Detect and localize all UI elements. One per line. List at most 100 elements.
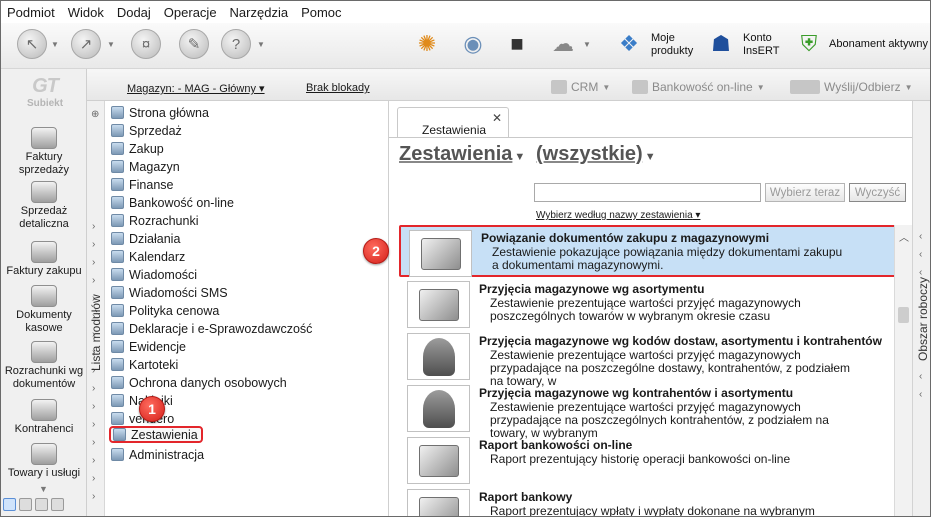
insert-account-icon[interactable]: ☗	[705, 28, 737, 60]
chevron-down-icon[interactable]: ▼	[257, 40, 265, 49]
menu-pomoc[interactable]: Pomoc	[301, 5, 341, 20]
menu-operacje[interactable]: Operacje	[164, 5, 217, 20]
module-strona-glowna[interactable]: Strona główna	[111, 104, 209, 121]
filter-dropdown[interactable]: (wszystkie) ▼	[536, 143, 656, 166]
chevron-right-icon[interactable]: ›	[92, 401, 95, 412]
nav-faktury-zakupu[interactable]: Faktury zakupu	[1, 241, 87, 278]
list-item[interactable]: Przyjęcia magazynowe wg kodów dostaw, as…	[399, 330, 897, 388]
module-ochrona-danych[interactable]: Ochrona danych osobowych	[111, 374, 287, 391]
chevron-right-icon[interactable]: ›	[92, 221, 95, 232]
coins-icon[interactable]: ¤	[131, 29, 161, 59]
printer-icon[interactable]	[35, 498, 48, 511]
magazyn-selector[interactable]: Magazyn: - MAG - Główny ▾	[127, 82, 265, 95]
chevron-down-icon[interactable]: ▼	[51, 40, 59, 49]
shield-check-icon[interactable]: ⛨	[793, 28, 825, 60]
sort-link[interactable]: Wybierz według nazwy zestawienia ▾	[536, 210, 700, 221]
module-finanse[interactable]: Finanse	[111, 176, 173, 193]
chevron-up-icon[interactable]: ︿	[899, 229, 909, 244]
list-item[interactable]: Raport bankowy Raport prezentujący wpłat…	[399, 486, 897, 516]
nav-sprzedaz-detaliczna[interactable]: Sprzedaż detaliczna	[1, 181, 87, 231]
menu-podmiot[interactable]: Podmiot	[7, 5, 55, 20]
chevron-right-icon[interactable]: ›	[92, 473, 95, 484]
globe-icon[interactable]: ◉	[457, 28, 489, 60]
menu-widok[interactable]: Widok	[68, 5, 104, 20]
chevron-right-icon[interactable]: ›	[92, 419, 95, 430]
cash-icon	[31, 285, 57, 307]
module-ewidencje[interactable]: Ewidencje	[111, 338, 186, 355]
abonament-label[interactable]: Abonament aktywny	[829, 38, 928, 51]
module-administracja[interactable]: Administracja	[111, 446, 204, 463]
search-input[interactable]	[534, 183, 761, 202]
module-kartoteki[interactable]: Kartoteki	[111, 356, 178, 373]
list-item[interactable]: Przyjęcia magazynowe wg asortymentu Zest…	[399, 278, 897, 330]
circle-icon[interactable]	[3, 498, 16, 511]
chevron-right-icon[interactable]: ›	[92, 383, 95, 394]
module-zakup[interactable]: Zakup	[111, 140, 164, 157]
moje-produkty-label[interactable]: Moje produkty	[651, 32, 693, 58]
nav-kontrahenci[interactable]: Kontrahenci	[1, 399, 87, 436]
cloud-icon[interactable]: ☁	[547, 28, 579, 60]
list-item[interactable]: Raport bankowości on-line Raport prezent…	[399, 434, 897, 486]
chevron-right-icon[interactable]: ›	[92, 257, 95, 268]
module-dzialania[interactable]: Działania	[111, 230, 180, 247]
report-list-scrollbar[interactable]: ︿	[894, 225, 912, 516]
choose-now-button[interactable]: Wybierz teraz	[765, 183, 845, 202]
list-item[interactable]: Powiązanie dokumentów zakupu z magazynow…	[399, 225, 897, 277]
menu-narzedzia[interactable]: Narzędzia	[230, 5, 289, 20]
coins-icon[interactable]	[19, 498, 32, 511]
spinner-icon[interactable]: ✺	[411, 28, 443, 60]
module-magazyn[interactable]: Magazyn	[111, 158, 180, 175]
chevron-down-icon[interactable]: ▼	[583, 40, 591, 49]
report-desc: Zestawienie pokazujące powiązania między…	[492, 245, 843, 272]
close-icon[interactable]: ✕	[492, 111, 502, 125]
module-label: Finanse	[129, 177, 174, 192]
chevron-right-icon[interactable]: ›	[92, 239, 95, 250]
chevron-right-icon[interactable]: ›	[92, 455, 95, 466]
chevron-left-icon[interactable]: ‹	[919, 231, 922, 242]
tools-icon[interactable]: ✎	[179, 29, 209, 59]
nav-dokumenty-kasowe[interactable]: Dokumenty kasowe	[1, 285, 87, 335]
send-receive-button[interactable]: Wyślij/Odbierz ▼	[790, 80, 913, 94]
module-label: Bankowość on-line	[129, 195, 234, 210]
module-polityka-cenowa[interactable]: Polityka cenowa	[111, 302, 219, 319]
module-rozrachunki[interactable]: Rozrachunki	[111, 212, 198, 229]
workspace-label[interactable]: Obszar roboczy	[916, 277, 930, 361]
module-wiadomosci[interactable]: Wiadomości	[111, 266, 197, 283]
nav-towary-uslugi[interactable]: Towary i usługi	[1, 443, 87, 480]
nav-rozrachunki[interactable]: Rozrachunki wg dokumentów	[1, 341, 87, 391]
blokady-link[interactable]: Brak blokady	[306, 82, 370, 94]
chevron-right-icon[interactable]: ›	[92, 491, 95, 502]
chevron-right-icon[interactable]: ›	[92, 437, 95, 448]
chevron-down-icon[interactable]: ▼	[39, 484, 48, 494]
scroll-thumb[interactable]	[898, 307, 909, 323]
module-deklaracje[interactable]: Deklaracje i e-Sprawozdawczość	[111, 320, 312, 337]
module-zestawienia[interactable]: Zestawienia	[109, 426, 203, 443]
module-kalendarz[interactable]: Kalendarz	[111, 248, 185, 265]
menu-dodaj[interactable]: Dodaj	[117, 5, 151, 20]
box-icon[interactable]	[51, 498, 64, 511]
chevron-down-icon[interactable]: ▼	[107, 40, 115, 49]
cube-icon[interactable]: ■	[501, 28, 533, 60]
help-icon[interactable]: ?	[221, 29, 251, 59]
bank-button[interactable]: Bankowość on-line ▼	[632, 80, 765, 94]
konto-insert-label[interactable]: Konto InsERT	[743, 32, 779, 58]
chevron-left-icon[interactable]: ‹	[919, 249, 922, 260]
modules-side-label[interactable]: Lista modułów	[89, 294, 103, 371]
chevron-left-icon[interactable]: ‹	[919, 371, 922, 382]
chevron-right-icon[interactable]: ›	[92, 275, 95, 286]
module-wiadomosci-sms[interactable]: Wiadomości SMS	[111, 284, 228, 301]
chevron-left-icon[interactable]: ‹	[919, 389, 922, 400]
crm-button[interactable]: CRM ▼	[551, 80, 610, 94]
module-label: Zestawienia	[131, 427, 198, 442]
heading-dropdown[interactable]: Zestawienia ▼	[399, 143, 525, 166]
nav-faktury-sprzedazy[interactable]: Faktury sprzedaży	[1, 127, 87, 177]
products-icon[interactable]: ❖	[613, 28, 645, 60]
module-sprzedaz[interactable]: Sprzedaż	[111, 122, 182, 139]
module-bankowosc[interactable]: Bankowość on-line	[111, 194, 234, 211]
forward-icon[interactable]: ↗	[71, 29, 101, 59]
tab-zestawienia[interactable]: Zestawienia ✕	[397, 107, 509, 137]
back-icon[interactable]: ↖	[17, 29, 47, 59]
list-item[interactable]: Przyjęcia magazynowe wg kontrahentów i a…	[399, 382, 897, 440]
pin-icon[interactable]: ⊕	[91, 109, 99, 120]
clear-button[interactable]: Wyczyść	[849, 183, 906, 202]
